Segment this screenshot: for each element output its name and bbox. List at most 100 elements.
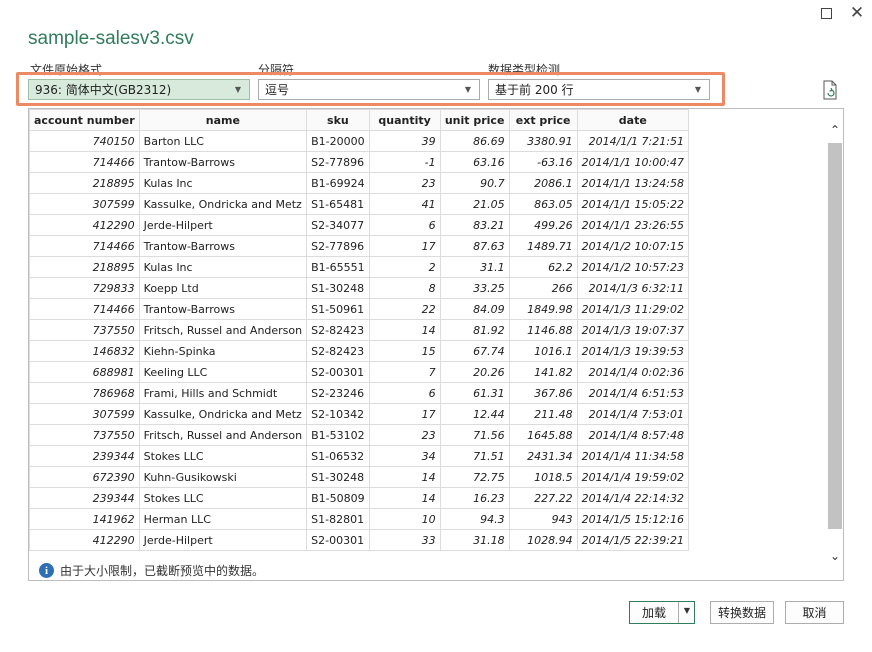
table-cell: 63.16 <box>439 151 510 173</box>
table-cell: 20.26 <box>439 361 510 383</box>
table-cell: 61.31 <box>439 382 510 404</box>
table-cell: 141962 <box>29 508 140 530</box>
table-cell: 2014/1/4 7:53:01 <box>576 403 689 425</box>
table-cell: B1-65551 <box>306 256 370 278</box>
cancel-button[interactable]: 取消 <box>785 601 844 624</box>
table-cell: 307599 <box>29 193 140 215</box>
table-cell: 21.05 <box>439 193 510 215</box>
table-cell: 34 <box>368 445 441 467</box>
table-cell: 90.7 <box>439 172 510 194</box>
table-cell: 62.2 <box>508 256 578 278</box>
table-cell: Trantow-Barrows <box>138 298 308 320</box>
table-cell: 737550 <box>29 424 140 446</box>
table-cell: S2-10342 <box>306 403 370 425</box>
table-cell: 16.23 <box>439 487 510 509</box>
table-cell: S2-00301 <box>306 529 370 551</box>
table-cell: S1-50961 <box>306 298 370 320</box>
table-cell: 84.09 <box>439 298 510 320</box>
table-cell: Kuhn-Gusikowski <box>138 466 308 488</box>
table-cell: 71.56 <box>439 424 510 446</box>
table-cell: Keeling LLC <box>138 361 308 383</box>
table-row: 307599 Kassulke, Ondricka and Metz S2-1034… <box>29 403 689 425</box>
scroll-down-icon[interactable]: ⌄ <box>828 549 842 563</box>
table-cell: 2014/1/2 10:07:15 <box>576 235 689 257</box>
load-options-chevron-down-icon[interactable]: ▼ <box>682 606 692 615</box>
table-cell: 1849.98 <box>508 298 578 320</box>
table-cell: 2014/1/3 11:29:02 <box>576 298 689 320</box>
table-cell: Trantow-Barrows <box>138 151 308 173</box>
table-cell: 1018.5 <box>508 466 578 488</box>
table-cell: 17 <box>368 235 441 257</box>
column-header: sku <box>306 109 370 131</box>
vertical-scrollbar[interactable]: ⌃ ⌄ <box>828 123 842 563</box>
truncation-notice-text: 由于大小限制，已截断预览中的数据。 <box>60 564 265 578</box>
load-button[interactable]: 加载 ▼ <box>629 601 695 624</box>
table-cell: 714466 <box>29 298 140 320</box>
table-cell: 2014/1/4 8:57:48 <box>576 424 689 446</box>
table-row: 714466 Trantow-Barrows S2-77896 -1 63.16 -63.… <box>29 151 689 173</box>
table-cell: B1-53102 <box>306 424 370 446</box>
table-cell: 33 <box>368 529 441 551</box>
table-cell: 72.75 <box>439 466 510 488</box>
table-row: 714466 Trantow-Barrows S1-50961 22 84.09 1849… <box>29 298 689 320</box>
table-cell: 239344 <box>29 445 140 467</box>
table-cell: 33.25 <box>439 277 510 299</box>
table-cell: 714466 <box>29 235 140 257</box>
table-cell: S1-82801 <box>306 508 370 530</box>
table-cell: 218895 <box>29 256 140 278</box>
table-cell: 2014/1/1 13:24:58 <box>576 172 689 194</box>
table-cell: 146832 <box>29 340 140 362</box>
refresh-file-icon[interactable] <box>822 80 840 100</box>
table-cell: 31.1 <box>439 256 510 278</box>
table-cell: 367.86 <box>508 382 578 404</box>
table-cell: 41 <box>368 193 441 215</box>
table-cell: 3380.91 <box>508 130 578 152</box>
table-cell: Fritsch, Russel and Anderson <box>138 424 308 446</box>
table-cell: 2014/1/3 19:39:53 <box>576 340 689 362</box>
table-cell: S1-30248 <box>306 277 370 299</box>
table-cell: 714466 <box>29 151 140 173</box>
table-cell: 86.69 <box>439 130 510 152</box>
table-cell: 10 <box>368 508 441 530</box>
table-cell: Kiehn-Spinka <box>138 340 308 362</box>
maximize-icon[interactable] <box>813 2 839 24</box>
table-cell: 7 <box>368 361 441 383</box>
table-cell: 672390 <box>29 466 140 488</box>
table-cell: S1-65481 <box>306 193 370 215</box>
info-icon: i <box>39 563 54 578</box>
table-cell: S2-82423 <box>306 319 370 341</box>
table-header-row: account number name sku quantity unit price e… <box>29 109 689 131</box>
close-icon[interactable]: ✕ <box>844 2 870 24</box>
table-cell: B1-50809 <box>306 487 370 509</box>
truncation-notice: i 由于大小限制，已截断预览中的数据。 <box>39 562 264 579</box>
table-row: 688981 Keeling LLC S2-00301 7 20.26 141.82 201… <box>29 361 689 383</box>
table-cell: S2-23246 <box>306 382 370 404</box>
table-cell: 23 <box>368 172 441 194</box>
scroll-up-icon[interactable]: ⌃ <box>828 123 842 137</box>
table-cell: Fritsch, Russel and Anderson <box>138 319 308 341</box>
table-cell: 2431.34 <box>508 445 578 467</box>
table-cell: 2014/1/1 23:26:55 <box>576 214 689 236</box>
table-cell: -1 <box>368 151 441 173</box>
table-row: 740150 Barton LLC B1-20000 39 86.69 3380.91 20… <box>29 130 689 152</box>
table-cell: 2014/1/1 10:00:47 <box>576 151 689 173</box>
table-cell: 14 <box>368 319 441 341</box>
table-cell: 81.92 <box>439 319 510 341</box>
load-button-label: 加载 <box>641 606 666 620</box>
annotation-highlight-box <box>16 72 725 106</box>
scrollbar-thumb[interactable] <box>828 143 842 529</box>
column-header: ext price <box>508 109 578 131</box>
column-header: quantity <box>368 109 441 131</box>
table-row: 729833 Koepp Ltd S1-30248 8 33.25 266 2014/1/3… <box>29 277 689 299</box>
table-cell: S1-30248 <box>306 466 370 488</box>
table-cell: 23 <box>368 424 441 446</box>
table-row: 218895 Kulas Inc B1-69924 23 90.7 2086.1 2014/… <box>29 172 689 194</box>
table-cell: Jerde-Hilpert <box>138 529 308 551</box>
table-cell: 14 <box>368 487 441 509</box>
transform-data-button[interactable]: 转换数据 <box>710 601 774 624</box>
table-cell: 227.22 <box>508 487 578 509</box>
table-cell: S2-77896 <box>306 151 370 173</box>
table-cell: 211.48 <box>508 403 578 425</box>
table-cell: 1489.71 <box>508 235 578 257</box>
table-cell: -63.16 <box>508 151 578 173</box>
